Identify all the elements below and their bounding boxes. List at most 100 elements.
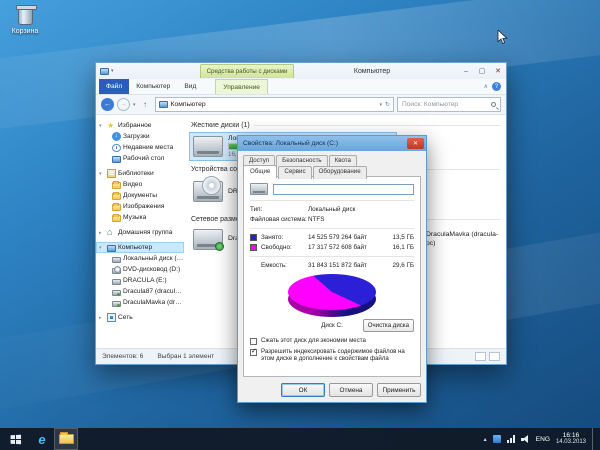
network-status-icon[interactable] [507,435,515,443]
sidebar-item-label: DraculaMavka (dracula-pc) [123,299,184,306]
up-button[interactable]: ↑ [139,98,152,111]
used-bytes: 14 525 579 264 байт [308,234,382,241]
free-size: 16,1 ГБ [382,244,414,251]
tab-security[interactable]: Безопасность [276,155,327,166]
sidebar-item-label: Компьютер [118,244,152,251]
used-size: 13,5 ГБ [382,234,414,241]
tray-app-icon[interactable] [493,435,501,443]
sidebar-item-recent-places[interactable]: Недавние места [96,142,184,153]
cancel-button[interactable]: Отмена [329,383,373,397]
sidebar-item-label: DRACULA (E:) [123,277,167,284]
recycle-bin[interactable]: Корзина [6,8,44,35]
network-drive-icon [193,229,223,250]
system-tray: ▴ ENG 16:16 14.03.2013 [484,428,600,450]
title-bar[interactable]: ▾ Средства работы с дисками Компьютер – … [96,63,506,79]
compress-checkbox[interactable] [250,338,257,345]
forward-button[interactable]: → [117,98,130,111]
tray-expand-icon[interactable]: ▴ [484,436,487,443]
qat-dropdown-icon[interactable]: ▾ [111,68,114,74]
sidebar-item-homegroup[interactable]: ▸ Домашняя группа [96,227,184,238]
sidebar-item-favorites[interactable]: ▾ Избранное [96,120,184,131]
sidebar-item-label: Избранное [118,122,151,129]
capacity-label: Емкость: [261,262,308,269]
language-indicator[interactable]: ENG [536,436,550,443]
tab-general[interactable]: Общие [243,165,277,178]
sidebar-item-desktop[interactable]: Рабочий стол [96,153,184,164]
sidebar-item-videos[interactable]: Видео [96,179,184,190]
show-desktop-button[interactable] [592,428,596,450]
history-dropdown-icon[interactable]: ▾ [133,102,136,108]
navigation-bar: ← → ▾ ↑ Компьютер ▾ ↻ Поиск: Компьютер [96,95,506,115]
sidebar-item-documents[interactable]: Документы [96,190,184,201]
sidebar-item-music[interactable]: Музыка [96,212,184,223]
sidebar-item-dvd-drive-d[interactable]: DVD-дисковод (D:) [96,264,184,275]
volume-label-input[interactable] [273,184,414,195]
filesystem-label: Файловая система: [250,216,308,223]
tab-view[interactable]: Вид [177,79,203,94]
taskbar-explorer-button[interactable] [54,428,78,450]
sidebar-item-local-disk-c[interactable]: Локальный диск (C:) [96,253,184,264]
tab-hardware[interactable]: Оборудование [313,166,367,179]
details-view-button[interactable] [475,352,486,361]
tab-computer[interactable]: Компьютер [129,79,177,94]
sidebar-item-network[interactable]: ▸ Сеть [96,312,184,323]
compress-checkbox-row[interactable]: Сжать этот диск для экономии места [250,337,414,345]
apply-button[interactable]: Применить [377,383,421,397]
back-button[interactable]: ← [101,98,114,111]
hard-drive-icon [112,279,121,285]
address-bar[interactable]: Компьютер ▾ ↻ [155,97,394,112]
dialog-close-button[interactable]: ✕ [407,138,424,149]
folder-icon [59,434,74,444]
computer-icon [159,101,168,108]
recycle-bin-icon[interactable] [18,8,33,25]
sidebar-item-computer[interactable]: ▾ Компьютер [96,242,184,253]
download-icon [112,132,121,141]
sidebar-item-label: Сеть [118,314,133,321]
compress-checkbox-label: Сжать этот диск для экономии места [261,337,366,345]
star-icon [107,121,116,130]
disk-cleanup-button[interactable]: Очистка диска [363,319,414,332]
taskbar-clock[interactable]: 16:16 14.03.2013 [556,432,586,446]
ribbon-collapse-icon[interactable]: ∧ [484,83,488,90]
tab-manage[interactable]: Управление [215,79,268,94]
start-button[interactable] [0,428,30,450]
expander-icon[interactable]: ▾ [99,171,105,177]
expander-icon[interactable]: ▸ [99,230,105,236]
taskbar-ie-button[interactable]: e [30,428,54,450]
sidebar-item-dracula87[interactable]: Dracula87 (dracula-pc) [96,286,184,297]
tab-file[interactable]: Файл [99,79,129,94]
index-checkbox-row[interactable]: Разрешить индексировать содержимое файло… [250,348,414,363]
thumbnails-view-button[interactable] [489,352,500,361]
tab-tools[interactable]: Сервис [278,166,311,179]
ok-button[interactable]: ОК [281,383,325,397]
sidebar-item-downloads[interactable]: Загрузки [96,131,184,142]
sidebar-item-label: Локальный диск (C:) [123,255,184,262]
dvd-drive-icon [112,268,121,274]
tab-quota[interactable]: Квота [329,155,357,166]
address-dropdown-icon[interactable]: ▾ [379,102,382,108]
clock-date: 14.03.2013 [556,439,586,446]
dialog-title-bar[interactable]: Свойства: Локальный диск (C:) ✕ [238,136,426,151]
help-icon[interactable]: ? [492,82,501,91]
sidebar-item-draculamavka[interactable]: DraculaMavka (dracula-pc) [96,297,184,308]
expander-icon[interactable]: ▸ [99,315,105,321]
sidebar-item-label: DVD-дисковод (D:) [123,266,180,273]
folder-icon [112,193,121,200]
disk-usage-pie [288,274,376,310]
close-button[interactable]: ✕ [490,65,506,78]
sidebar-item-libraries[interactable]: ▾ Библиотеки [96,168,184,179]
index-checkbox[interactable] [250,349,257,356]
refresh-icon[interactable]: ↻ [385,101,390,108]
maximize-button[interactable]: ▢ [474,65,490,78]
contextual-tab-header[interactable]: Средства работы с дисками [200,64,294,78]
expander-icon[interactable]: ▾ [99,123,105,129]
minimize-button[interactable]: – [458,65,474,78]
volume-icon[interactable] [521,435,530,443]
drive-name: DraculaMavka (dracula-pc) [426,231,504,247]
search-input[interactable]: Поиск: Компьютер [397,97,501,112]
dvd-drive-icon [193,181,223,202]
sidebar-item-pictures[interactable]: Изображения [96,201,184,212]
expander-icon[interactable]: ▾ [99,245,105,251]
sidebar-item-dracula-e[interactable]: DRACULA (E:) [96,275,184,286]
used-label: Занято: [261,234,308,241]
